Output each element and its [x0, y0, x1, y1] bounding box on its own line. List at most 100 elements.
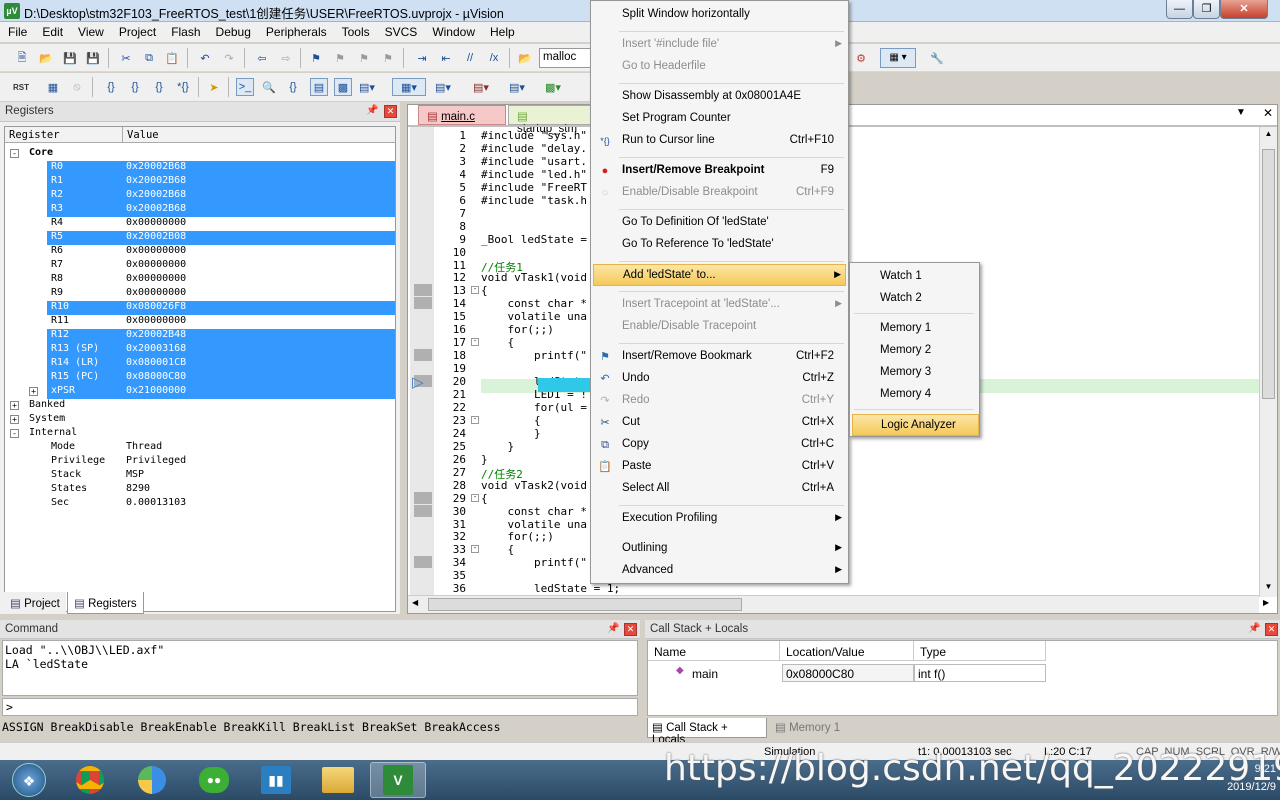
menu-item-execution-profiling[interactable]: Execution Profiling ▶: [593, 508, 846, 530]
tab-registers[interactable]: ▤ Registers: [67, 592, 144, 614]
stop-icon[interactable]: ⦸: [68, 78, 86, 96]
submenu-item-memory-2[interactable]: Memory 2: [852, 340, 979, 362]
menu-item-outlining[interactable]: Outlining ▶: [593, 538, 846, 560]
menu-item-insert-remove-breakpoint[interactable]: ● Insert/Remove Breakpoint F9: [593, 160, 846, 182]
code-line[interactable]: for(;;): [481, 323, 553, 336]
code-line[interactable]: volatile una: [481, 310, 586, 323]
menu-item-go-to-definition-of-ledstate[interactable]: Go To Definition Of 'ledState': [593, 212, 846, 234]
maximize-button[interactable]: ❐: [1193, 0, 1220, 19]
fold-icon[interactable]: -: [471, 493, 479, 502]
code-line[interactable]: const char *: [481, 505, 586, 518]
system-viewer-icon[interactable]: ▩▾: [544, 78, 562, 96]
register-row[interactable]: Stack MSP: [5, 469, 395, 483]
code-line[interactable]: #include "FreeRT: [481, 181, 587, 194]
menu-item-undo[interactable]: ↶ Undo Ctrl+Z: [593, 368, 846, 390]
fold-icon[interactable]: -: [471, 545, 479, 554]
menu-edit[interactable]: Edit: [34, 22, 70, 39]
code-line[interactable]: printf(": [481, 556, 587, 569]
save-icon[interactable]: 💾: [61, 49, 79, 67]
menu-item-advanced[interactable]: Advanced ▶: [593, 560, 846, 582]
code-line[interactable]: #include "delay.: [481, 142, 587, 155]
register-row[interactable]: R6 0x00000000: [5, 245, 395, 259]
register-row[interactable]: R12 0x20002B48: [47, 329, 395, 343]
code-line[interactable]: }: [481, 427, 541, 440]
step-into-icon[interactable]: {}: [102, 78, 120, 96]
menu-peripherals[interactable]: Peripherals: [258, 22, 334, 39]
register-row[interactable]: + xPSR 0x21000000: [29, 385, 395, 399]
close-icon[interactable]: ✕: [624, 623, 637, 636]
copy-icon[interactable]: ⧉: [140, 49, 158, 67]
menu-item-set-program-counter[interactable]: Set Program Counter: [593, 108, 846, 130]
submenu-item-memory-3[interactable]: Memory 3: [852, 362, 979, 384]
symbols-window-icon[interactable]: {}: [284, 78, 302, 96]
executable-line-marker[interactable]: [414, 349, 432, 362]
taskbar-browser[interactable]: [124, 762, 180, 798]
menu-help[interactable]: Help: [482, 22, 522, 39]
scroll-down-icon[interactable]: ▼: [1262, 582, 1275, 595]
command-window-icon[interactable]: >_: [236, 78, 254, 96]
menu-file[interactable]: File: [0, 22, 34, 39]
register-row[interactable]: R11 0x00000000: [5, 315, 395, 329]
menu-item-insert-remove-bookmark[interactable]: ⚑ Insert/Remove Bookmark Ctrl+F2: [593, 346, 846, 368]
menu-view[interactable]: View: [70, 22, 111, 39]
column-header-value[interactable]: Value: [123, 127, 395, 143]
command-input[interactable]: >: [2, 698, 638, 716]
code-line[interactable]: {: [481, 543, 514, 556]
bookmark-icon[interactable]: ⚑: [307, 49, 325, 67]
executable-line-marker[interactable]: [414, 297, 432, 310]
taskbar-explorer[interactable]: [310, 762, 366, 798]
unindent-icon[interactable]: ⇤: [437, 49, 455, 67]
tab-startup[interactable]: ▤ startup_stm: [508, 105, 592, 135]
register-group-internal[interactable]: - Internal: [5, 427, 395, 441]
code-line[interactable]: for(ul =: [481, 401, 587, 414]
menu-svcs[interactable]: SVCS: [377, 22, 425, 39]
register-row[interactable]: R9 0x00000000: [5, 287, 395, 301]
code-line[interactable]: {: [481, 336, 514, 349]
register-row[interactable]: R10 0x080026F8: [47, 301, 395, 315]
horizontal-scroll-thumb[interactable]: [428, 598, 742, 611]
code-line[interactable]: ledState = 1;: [481, 582, 620, 595]
show-next-statement-icon[interactable]: ➤: [205, 78, 223, 96]
debug-session-icon[interactable]: ⚙: [852, 49, 870, 67]
code-line[interactable]: }: [481, 453, 488, 466]
code-line[interactable]: {: [481, 284, 488, 297]
register-row[interactable]: R7 0x00000000: [5, 259, 395, 273]
register-row[interactable]: R5 0x20002B08: [47, 231, 395, 245]
tab-callstack-locals[interactable]: ▤ Call Stack + Locals: [647, 718, 767, 746]
comment-icon[interactable]: //: [461, 49, 479, 67]
undo-icon[interactable]: ↶: [196, 49, 214, 67]
code-line[interactable]: {: [481, 492, 488, 505]
taskbar-uvision[interactable]: V: [370, 762, 426, 798]
menu-item-insert-include-file[interactable]: Insert '#include file' ▶: [593, 34, 846, 56]
executable-line-marker[interactable]: [414, 556, 432, 569]
redo-icon[interactable]: ↷: [220, 49, 238, 67]
fold-icon[interactable]: -: [471, 415, 479, 424]
collapse-icon[interactable]: -: [10, 149, 19, 158]
registers-window-icon[interactable]: ▤: [310, 78, 328, 96]
breakpoint-gutter[interactable]: [410, 127, 434, 597]
menu-item-cut[interactable]: ✂ Cut Ctrl+X: [593, 412, 846, 434]
expand-icon[interactable]: +: [10, 401, 19, 410]
run-to-cursor-icon[interactable]: *{}: [174, 78, 192, 96]
code-line[interactable]: void vTask1(void: [481, 271, 587, 284]
code-line[interactable]: _Bool ledState =: [481, 233, 587, 246]
menu-item-redo[interactable]: ↷ Redo Ctrl+Y: [593, 390, 846, 412]
submenu-item-memory-1[interactable]: Memory 1: [852, 318, 979, 340]
step-out-icon[interactable]: {}: [150, 78, 168, 96]
trace-window-icon[interactable]: ▤▾: [508, 78, 526, 96]
register-row[interactable]: R4 0x00000000: [5, 217, 395, 231]
scroll-up-icon[interactable]: ▲: [1262, 129, 1275, 142]
menu-item-show-disassembly-at-0x08001a4e[interactable]: Show Disassembly at 0x08001A4E: [593, 86, 846, 108]
menu-tools[interactable]: Tools: [334, 22, 377, 39]
register-group-banked[interactable]: + Banked: [5, 399, 395, 413]
cut-icon[interactable]: ✂: [117, 49, 135, 67]
code-line[interactable]: #include "usart.: [481, 155, 587, 168]
pin-icon[interactable]: 📌: [1248, 623, 1260, 634]
register-row[interactable]: R14 (LR) 0x080001CB: [47, 357, 395, 371]
menu-project[interactable]: Project: [111, 22, 163, 39]
menu-debug[interactable]: Debug: [208, 22, 258, 39]
menu-item-paste[interactable]: 📋 Paste Ctrl+V: [593, 456, 846, 478]
watch-window-icon[interactable]: ▤▾: [358, 78, 376, 96]
taskbar-chrome[interactable]: [62, 762, 118, 798]
pin-icon[interactable]: 📌: [366, 105, 378, 116]
